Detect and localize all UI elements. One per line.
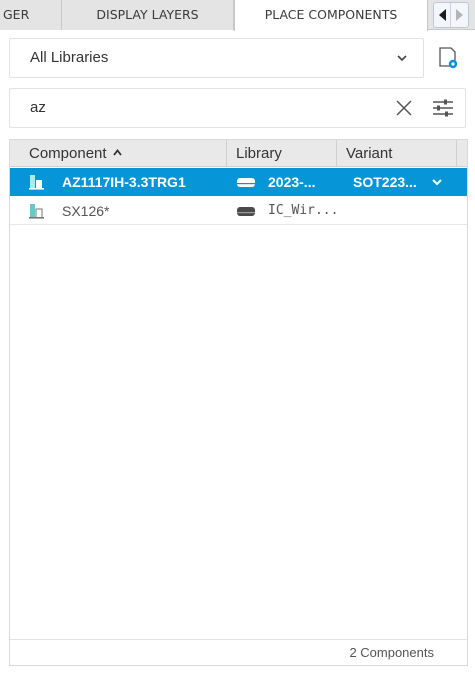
- sliders-icon[interactable]: [432, 98, 454, 118]
- table-row[interactable]: SX126* IC_Wir...: [10, 197, 467, 225]
- search-input[interactable]: az: [30, 89, 46, 127]
- column-header-variant[interactable]: Variant: [337, 140, 457, 167]
- tab-display-layers[interactable]: DISPLAY LAYERS: [62, 0, 234, 30]
- tab-manager[interactable]: GER: [0, 0, 62, 30]
- library-name: 2023-...: [268, 174, 316, 190]
- library-select-value: All Libraries: [30, 49, 109, 66]
- table-row-selected[interactable]: AZ1117IH-3.3TRG1 2023-... SOT223...: [10, 168, 467, 196]
- component-name: SX126*: [62, 203, 110, 219]
- column-header-component[interactable]: Component: [19, 140, 227, 167]
- tab-scroll-right-button[interactable]: [451, 3, 468, 27]
- component-part-icon: [29, 204, 44, 219]
- panel-tabstrip: GER DISPLAY LAYERS PLACE COMPONENTS: [0, 0, 475, 31]
- library-drive-icon: [237, 207, 255, 216]
- component-table: Component Library Variant AZ1117IH-3.3TR…: [9, 139, 468, 666]
- column-label-component: Component: [29, 145, 107, 162]
- library-select[interactable]: All Libraries: [9, 38, 424, 78]
- close-icon[interactable]: [394, 98, 414, 118]
- library-drive-icon: [237, 178, 255, 187]
- tab-scroll-controls: [433, 2, 469, 28]
- library-settings-icon[interactable]: [436, 45, 460, 71]
- library-name: IC_Wir...: [268, 203, 339, 218]
- component-name: AZ1117IH-3.3TRG1: [62, 174, 186, 190]
- search-field[interactable]: az: [9, 88, 466, 128]
- component-part-icon: [29, 175, 44, 190]
- variant-value[interactable]: SOT223...: [353, 168, 417, 196]
- sort-ascending-icon: [112, 149, 122, 156]
- chevron-down-icon: [397, 55, 407, 62]
- column-header-library[interactable]: Library: [227, 140, 337, 167]
- tab-scroll-left-button[interactable]: [434, 3, 451, 27]
- chevron-down-icon[interactable]: [431, 177, 443, 187]
- table-header: Component Library Variant: [10, 140, 467, 167]
- component-count: 2 Components: [349, 645, 434, 660]
- triangle-left-icon: [438, 9, 446, 21]
- triangle-right-icon: [456, 9, 463, 21]
- table-footer: 2 Components: [10, 639, 467, 665]
- tab-place-components[interactable]: PLACE COMPONENTS: [234, 0, 428, 31]
